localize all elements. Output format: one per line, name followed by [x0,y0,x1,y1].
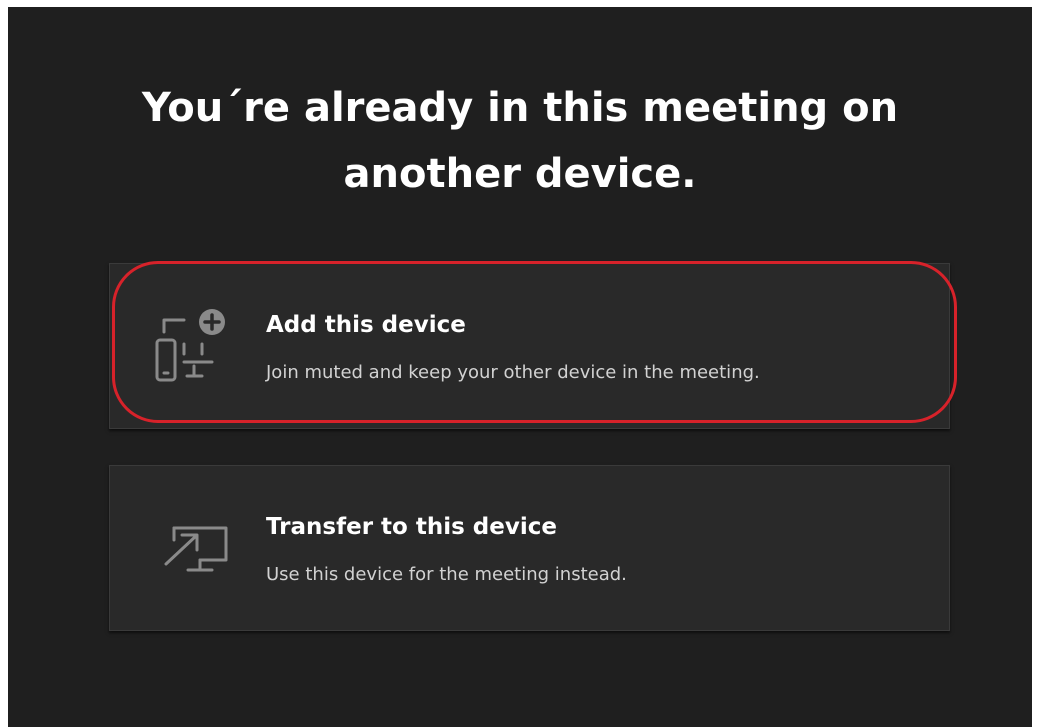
transfer-to-this-device-title: Transfer to this device [266,514,557,540]
transfer-to-this-device-description: Use this device for the meeting instead. [266,564,627,585]
transfer-screen-icon [164,526,228,572]
add-this-device-description: Join muted and keep your other device in… [266,362,760,383]
dialog-title: You´re already in this meeting on anothe… [0,75,1040,207]
add-this-device-option[interactable]: Add this device Join muted and keep your… [109,263,950,429]
transfer-to-this-device-option[interactable]: Transfer to this device Use this device … [109,465,950,631]
dialog-title-line-1: You´re already in this meeting on [141,85,899,131]
dialog-title-line-2: another device. [343,151,697,197]
add-this-device-title: Add this device [266,312,466,338]
add-device-icon [155,309,225,382]
